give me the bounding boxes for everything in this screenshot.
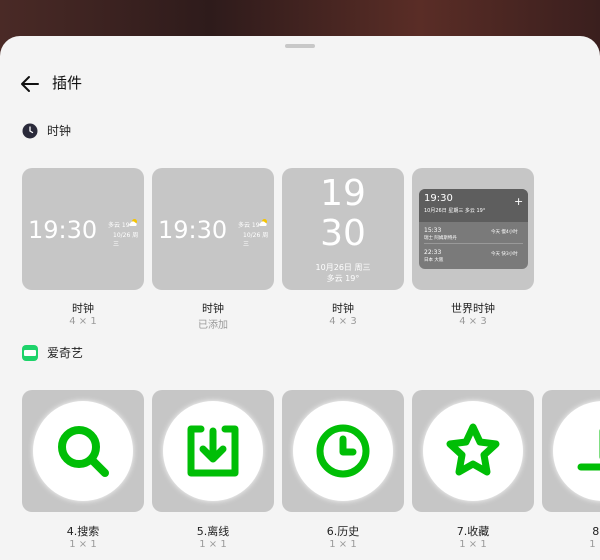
widget-size: 1 × 1 — [459, 539, 487, 550]
back-arrow-icon — [21, 76, 39, 92]
clock-hour: 19 — [320, 173, 366, 214]
widget-name: 时钟 — [202, 302, 224, 315]
widget-size: 1 × 1 — [199, 539, 227, 550]
widget-size: 4 × 3 — [459, 316, 487, 327]
world-clock-date: 10月26日 星期三 多云 19° — [424, 208, 486, 214]
widget-card-world-clock[interactable]: 19:30 10月26日 星期三 多云 19° + 15:33 瑞士 阿姆斯特丹… — [412, 168, 534, 290]
upload-icon — [577, 429, 600, 471]
widget-card-iqiyi-upload[interactable] — [542, 390, 600, 512]
widget-name: 8.上 — [592, 525, 600, 538]
drag-handle[interactable] — [285, 44, 315, 48]
widget-size: 1 × 1 — [589, 539, 600, 550]
widget-name: 时钟 — [332, 302, 354, 315]
partly-cloudy-icon — [259, 219, 267, 226]
widget-card-clock-4x3[interactable]: 19 30 10月26日 周三 多云 19° — [282, 168, 404, 290]
partly-cloudy-icon — [129, 219, 137, 226]
clock-time: 19:30 — [158, 216, 228, 244]
clock-date: 10/26 周三 — [243, 232, 269, 248]
divider — [424, 243, 523, 244]
clock-minute: 30 — [320, 213, 366, 254]
widget-card-iqiyi-favorite[interactable] — [412, 390, 534, 512]
clock-date: 10月26日 周三 — [315, 263, 371, 272]
history-clock-icon — [316, 424, 370, 478]
widget-card-clock-added[interactable]: 19:30 多云 19° 10/26 周三 — [152, 168, 274, 290]
clock-app-icon — [22, 123, 38, 139]
section-label-iqiyi: 爱奇艺 — [47, 346, 84, 360]
widget-size: 1 × 1 — [329, 539, 357, 550]
star-icon — [446, 423, 500, 476]
world-row-time: 22:33 — [424, 249, 442, 256]
widget-card-clock-4x1[interactable]: 19:30 多云 19° 10/26 周三 — [22, 168, 144, 290]
section-label-clock: 时钟 — [47, 124, 72, 138]
widget-name: 4.搜索 — [66, 525, 100, 538]
world-clock-time: 19:30 — [424, 193, 453, 204]
widget-size: 4 × 1 — [69, 316, 97, 327]
iqiyi-app-icon — [22, 345, 38, 361]
widget-picker-sheet: 插件 时钟 19:30 多云 19° 10/26 周三 时钟 4 × 1 19:… — [0, 36, 600, 560]
page-title: 插件 — [52, 74, 83, 92]
world-row-time: 15:33 — [424, 227, 442, 234]
widget-name: 5.离线 — [196, 525, 230, 538]
world-row-place: 日本 大阪 — [424, 258, 444, 263]
widget-size: 4 × 3 — [329, 316, 357, 327]
world-row-diff: 今天 慢4小时 — [491, 230, 518, 235]
widget-name: 世界时钟 — [451, 302, 495, 315]
widget-size: 1 × 1 — [69, 539, 97, 550]
world-row-place: 瑞士 阿姆斯特丹 — [424, 236, 457, 241]
widget-size-added: 已添加 — [198, 320, 228, 331]
widget-card-iqiyi-history[interactable] — [282, 390, 404, 512]
back-button[interactable] — [18, 72, 42, 96]
clock-date: 10/26 周三 — [113, 232, 139, 248]
widget-card-iqiyi-offline[interactable] — [152, 390, 274, 512]
widget-card-iqiyi-search[interactable] — [22, 390, 144, 512]
add-city-icon: + — [514, 195, 524, 208]
clock-time: 19:30 — [28, 216, 98, 244]
world-row-diff: 今天 快3小时 — [491, 252, 518, 257]
clock-weather: 多云 19° — [326, 274, 360, 283]
widget-name: 7.收藏 — [456, 525, 490, 538]
widget-name: 时钟 — [72, 302, 94, 315]
widget-name: 6.历史 — [326, 525, 360, 538]
download-icon — [187, 425, 239, 477]
search-icon — [58, 426, 109, 477]
world-clock-panel: 19:30 10月26日 星期三 多云 19° + 15:33 瑞士 阿姆斯特丹… — [419, 189, 528, 269]
